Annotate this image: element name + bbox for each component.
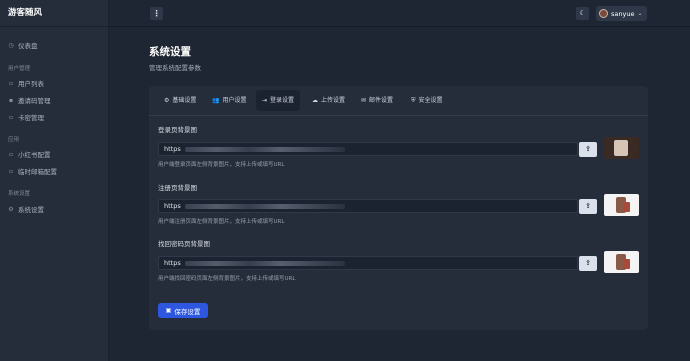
sidebar-item-label: 系统设置 bbox=[18, 206, 44, 214]
page-subtitle: 管理系统配置参数 bbox=[149, 64, 201, 72]
reset-password-bg-hint: 用户端找回密码页面左侧背景图片，支持上传或填写URL bbox=[158, 276, 296, 282]
card-key-icon: ▫ bbox=[8, 113, 14, 121]
tab-label: 上传设置 bbox=[321, 97, 346, 104]
more-menu-button[interactable]: ⋮ bbox=[150, 7, 163, 20]
register-bg-url-input[interactable]: https bbox=[158, 199, 578, 213]
tab-label: 登录设置 bbox=[270, 97, 295, 104]
input-value: https bbox=[164, 202, 181, 210]
sidebar-item-invite-codes[interactable]: ▪ 邀请码管理 bbox=[7, 95, 51, 106]
reset-password-bg-preview bbox=[604, 251, 639, 273]
tab-security-settings[interactable]: ⛨ 安全设置 bbox=[405, 90, 449, 111]
sidebar-item-label: 卡密管理 bbox=[18, 114, 44, 122]
input-value: https bbox=[164, 145, 181, 153]
register-bg-label: 注册页背景图 bbox=[158, 184, 197, 192]
sidebar-item-label: 仪表盘 bbox=[18, 42, 38, 50]
upload-icon: ⇪ bbox=[585, 145, 591, 153]
sidebar: 游客随风 ◷ 仪表盘 用户管理 ▫ 用户列表 ▪ 邀请码管理 ▫ 卡密管理 应用… bbox=[0, 0, 109, 361]
sidebar-item-label: 临时邮箱配置 bbox=[18, 168, 57, 176]
sidebar-item-system-settings[interactable]: ⚙ 系统设置 bbox=[7, 204, 44, 215]
tab-email-settings[interactable]: ✉ 邮件设置 bbox=[355, 90, 399, 111]
tab-upload-settings[interactable]: ☁ 上传设置 bbox=[306, 90, 351, 111]
blurred-url bbox=[184, 203, 345, 209]
moon-icon: ☾ bbox=[579, 9, 586, 17]
register-bg-upload-button[interactable]: ⇪ bbox=[579, 199, 597, 214]
sidebar-item-card-keys[interactable]: ▫ 卡密管理 bbox=[7, 112, 44, 123]
blurred-url bbox=[184, 260, 345, 266]
register-bg-preview bbox=[604, 194, 639, 216]
tab-label: 用户设置 bbox=[222, 97, 247, 104]
sidebar-item-label: 用户列表 bbox=[18, 80, 44, 88]
sidebar-section-title: 用户管理 bbox=[8, 66, 31, 72]
save-icon: ▣ bbox=[165, 307, 172, 314]
upload-icon: ⇪ bbox=[585, 259, 591, 267]
reset-password-bg-upload-button[interactable]: ⇪ bbox=[579, 256, 597, 271]
avatar bbox=[599, 9, 608, 18]
reset-password-bg-url-input[interactable]: https bbox=[158, 256, 578, 270]
login-bg-hint: 用户端登录页面左侧背景图片，支持上传或填写URL bbox=[158, 162, 285, 168]
page-title: 系统设置 bbox=[149, 46, 191, 58]
tab-user-settings[interactable]: 👥 用户设置 bbox=[206, 90, 253, 111]
gear-icon: ⚙ bbox=[164, 97, 170, 104]
input-value: https bbox=[164, 259, 181, 267]
tab-label: 邮件设置 bbox=[369, 97, 394, 104]
settings-card: ⚙ 基础设置 👥 用户设置 ⇥ 登录设置 ☁ 上传设置 ✉ 邮件设置 ⛨ 安全设… bbox=[149, 86, 648, 330]
login-bg-preview bbox=[604, 137, 639, 159]
users-icon: 👥 bbox=[212, 97, 220, 104]
chevron-down-icon: ⌄ bbox=[637, 10, 643, 17]
envelope-icon: ✉ bbox=[361, 97, 367, 104]
note-icon: ▫ bbox=[8, 150, 14, 158]
gear-icon: ⚙ bbox=[8, 205, 14, 213]
tab-label: 基础设置 bbox=[172, 97, 197, 104]
shield-icon: ⛨ bbox=[411, 97, 416, 104]
sidebar-section-title: 应用 bbox=[8, 137, 20, 143]
dashboard-icon: ◷ bbox=[8, 41, 14, 49]
login-bg-upload-button[interactable]: ⇪ bbox=[579, 142, 597, 157]
theme-toggle-button[interactable]: ☾ bbox=[576, 7, 589, 20]
save-settings-button[interactable]: ▣ 保存设置 bbox=[158, 303, 208, 318]
login-icon: ⇥ bbox=[262, 97, 268, 104]
reset-password-bg-label: 找回密码页背景图 bbox=[158, 240, 210, 248]
sidebar-section-title: 系统设置 bbox=[8, 191, 31, 197]
sidebar-item-xiaohongshu[interactable]: ▫ 小红书配置 bbox=[7, 149, 51, 160]
user-menu-button[interactable]: sanyue ⌄ bbox=[596, 6, 647, 21]
user-list-icon: ▫ bbox=[8, 79, 14, 87]
cloud-upload-icon: ☁ bbox=[312, 97, 318, 104]
sidebar-item-label: 小红书配置 bbox=[18, 151, 51, 159]
username: sanyue bbox=[611, 9, 635, 18]
login-bg-label: 登录页背景图 bbox=[158, 126, 197, 134]
sidebar-item-dashboard[interactable]: ◷ 仪表盘 bbox=[7, 40, 38, 51]
settings-tabs: ⚙ 基础设置 👥 用户设置 ⇥ 登录设置 ☁ 上传设置 ✉ 邮件设置 ⛨ 安全设… bbox=[149, 86, 648, 116]
mail-icon: ▫ bbox=[8, 167, 14, 175]
sidebar-item-user-list[interactable]: ▫ 用户列表 bbox=[7, 78, 44, 89]
save-button-label: 保存设置 bbox=[174, 307, 201, 316]
login-bg-url-input[interactable]: https bbox=[158, 142, 578, 156]
tab-login-settings[interactable]: ⇥ 登录设置 bbox=[256, 90, 301, 111]
blurred-url bbox=[184, 146, 345, 152]
register-bg-hint: 用户端注册页面左侧背景图片，支持上传或填写URL bbox=[158, 219, 285, 225]
topbar: ⋮ ☾ sanyue ⌄ bbox=[109, 0, 690, 27]
tab-label: 安全设置 bbox=[418, 97, 443, 104]
sidebar-item-label: 邀请码管理 bbox=[18, 97, 51, 105]
brand-title: 游客随风 bbox=[0, 0, 108, 27]
sidebar-item-temp-mail[interactable]: ▫ 临时邮箱配置 bbox=[7, 166, 57, 177]
vertical-dots-icon: ⋮ bbox=[152, 9, 161, 18]
invite-code-icon: ▪ bbox=[8, 96, 14, 104]
upload-icon: ⇪ bbox=[585, 202, 591, 210]
tab-basic-settings[interactable]: ⚙ 基础设置 bbox=[158, 90, 202, 111]
